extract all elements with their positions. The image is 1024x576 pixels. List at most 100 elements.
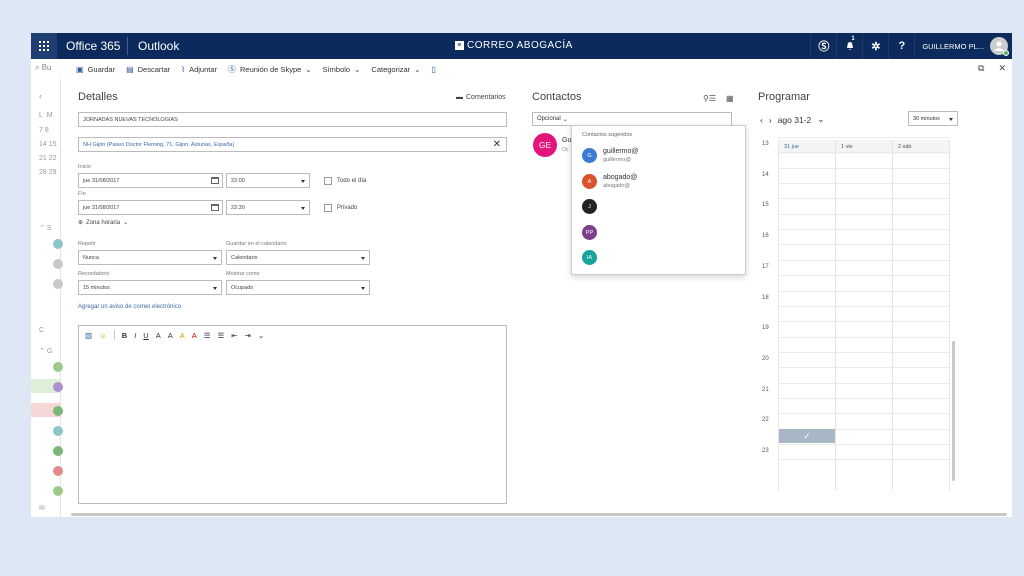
week-row[interactable]: 7 8 — [39, 127, 49, 134]
start-date-input[interactable]: jue 31/08/2017 — [78, 173, 223, 188]
bell-icon[interactable]: 1 — [836, 33, 862, 59]
horizontal-scrollbar[interactable] — [71, 513, 1007, 516]
app-launcher-icon[interactable] — [31, 33, 57, 59]
user-menu[interactable]: GUILLERMO PL... — [914, 33, 1012, 59]
numbered-list-icon[interactable]: ☰ — [218, 331, 225, 340]
date-range[interactable]: ago 31-2 — [778, 115, 812, 125]
app-name[interactable]: Outlook — [138, 39, 179, 53]
suggested-contact[interactable]: J — [582, 197, 737, 217]
categorize-button[interactable]: Categorizar ⌄ — [371, 65, 420, 74]
indent-icon[interactable]: ⇥ — [245, 331, 251, 340]
brand-label[interactable]: Office 365 — [66, 39, 120, 53]
skype-meeting-button[interactable]: Ⓢ Reunión de Skype ⌄ — [228, 64, 312, 75]
show-as-select[interactable]: Ocupado — [226, 280, 370, 295]
search-box[interactable]: ⌕ Bu — [35, 63, 52, 73]
week-row[interactable]: 21 22 — [39, 155, 57, 162]
emoji-icon[interactable]: ☺ — [99, 331, 107, 340]
end-date-input[interactable]: jue 31/08/2017 — [78, 200, 223, 215]
calendar-color-dot[interactable] — [53, 486, 63, 496]
document-icon: ▯ — [431, 65, 436, 74]
allday-checkbox[interactable] — [324, 177, 332, 185]
chevron-down-icon[interactable]: ⌄ — [258, 331, 264, 340]
help-icon[interactable]: ? — [888, 33, 914, 59]
selected-slot[interactable]: ✓ — [779, 429, 835, 443]
calendar-color-dot[interactable] — [53, 239, 63, 249]
room-finder-icon[interactable]: ▦ — [726, 94, 734, 103]
end-date-text: jue 31/08/2017 — [83, 204, 120, 211]
suggest-title: Contactos sugeridos — [582, 132, 633, 138]
chevron-left-icon[interactable]: ‹ — [760, 115, 763, 125]
save-calendar-select[interactable]: Calendario — [226, 250, 370, 265]
calendar-color-dot[interactable] — [53, 382, 63, 392]
body-editor[interactable]: ▨ ☺ B I U A A A A ☰ ☰ ⇤ ⇥ ⌄ — [78, 325, 507, 504]
avatar: PP — [582, 225, 597, 240]
skype-icon[interactable]: Ⓢ — [810, 33, 836, 59]
attach-button[interactable]: ⌇ Adjuntar — [181, 65, 217, 74]
calendar-color-dot[interactable] — [53, 362, 63, 372]
email-reminder-link[interactable]: Agregar un aviso de correo electrónico — [78, 304, 181, 310]
close-icon[interactable]: ✕ — [493, 139, 501, 150]
reminder-select[interactable]: 15 minutos — [78, 280, 222, 295]
calendar-color-dot[interactable] — [53, 466, 63, 476]
image-icon[interactable]: ▨ — [85, 331, 92, 340]
italic-icon[interactable]: I — [134, 331, 136, 340]
discard-button[interactable]: ▤ Descartar — [126, 65, 170, 74]
comments-button[interactable]: ▬ Comentarios — [456, 94, 506, 101]
calendar-color-dot[interactable] — [53, 406, 63, 416]
popout-icon[interactable]: ⧉ — [978, 63, 984, 74]
underline-icon[interactable]: U — [143, 331, 148, 340]
private-checkbox[interactable] — [324, 204, 332, 212]
repeat-select[interactable]: Nunca — [78, 250, 222, 265]
week-row[interactable]: 28 29 — [39, 169, 57, 176]
bold-icon[interactable]: B — [122, 331, 127, 340]
font-color-icon[interactable]: A — [192, 331, 197, 340]
calendar-color-dot[interactable] — [53, 426, 63, 436]
suggested-contact[interactable]: A abogado@ abogado@ — [582, 172, 737, 192]
symbol-button[interactable]: Símbolo ⌄ — [323, 65, 361, 74]
vertical-scrollbar[interactable] — [952, 341, 955, 481]
hour-label: 21 — [762, 386, 769, 393]
outdent-icon[interactable]: ⇤ — [231, 331, 237, 340]
chevron-right-icon[interactable]: › — [769, 115, 772, 125]
hour-gridline — [778, 351, 949, 353]
bullet-list-icon[interactable]: ☰ — [204, 331, 211, 340]
location-input[interactable]: NH Gijón (Paseo Doctor Fleming, 71, Gijo… — [78, 137, 507, 152]
calendar-color-dot[interactable] — [53, 259, 63, 269]
suggested-contact[interactable]: IA — [582, 248, 737, 268]
gear-icon[interactable]: ✲ — [862, 33, 888, 59]
close-icon[interactable]: ✕ — [998, 63, 1006, 74]
suggested-contact[interactable]: PP — [582, 223, 737, 243]
addin-button[interactable]: ▯ — [431, 65, 435, 74]
start-time-select[interactable]: 22:00 — [226, 173, 310, 188]
chevron-down-icon[interactable]: ⌄ — [817, 114, 824, 125]
paperclip-icon: ⌇ — [181, 65, 186, 74]
timezone-button[interactable]: ⊕ Zona horaria ⌄ — [78, 219, 128, 227]
calendar-color-dot[interactable] — [53, 446, 63, 456]
optional-attendees-input[interactable]: Opcional ⌄ — [532, 112, 732, 126]
section-s[interactable]: ⌃ S — [39, 224, 51, 232]
chevron-down-icon — [301, 207, 305, 210]
address-book-icon[interactable]: ⚲☰ — [703, 94, 716, 103]
attendee-name[interactable]: Gu — [562, 137, 571, 144]
mail-icon[interactable]: ✉ — [39, 504, 45, 512]
end-time-select[interactable]: 22:30 — [226, 200, 310, 215]
calendar-color-dot[interactable] — [53, 279, 63, 289]
week-row[interactable]: 14 15 — [39, 141, 57, 148]
divider — [113, 330, 115, 340]
chevron-left-icon[interactable]: ‹ — [39, 91, 42, 101]
user-name: GUILLERMO PL... — [922, 41, 984, 51]
font-size-icon[interactable]: A — [156, 331, 161, 340]
section-c[interactable]: C — [39, 327, 44, 334]
comment-icon: ▬ — [456, 94, 463, 101]
section-g[interactable]: ⌃ G — [39, 347, 52, 355]
subject-input[interactable]: JORNADAS NUEVAS TECNOLOGIAS — [78, 112, 507, 127]
calendar-icon[interactable] — [211, 204, 219, 211]
interval-select[interactable]: 30 minutos — [908, 111, 958, 126]
save-button[interactable]: ▣ Guardar — [76, 65, 115, 74]
grow-font-icon[interactable]: A — [168, 331, 173, 340]
calendar-icon[interactable] — [211, 177, 219, 184]
suggested-contact[interactable]: G guillermo@ guillermo@ — [582, 146, 737, 166]
timezone-label: Zona horaria — [86, 219, 121, 226]
avatar: IA — [582, 250, 597, 265]
highlight-icon[interactable]: A — [180, 331, 185, 340]
